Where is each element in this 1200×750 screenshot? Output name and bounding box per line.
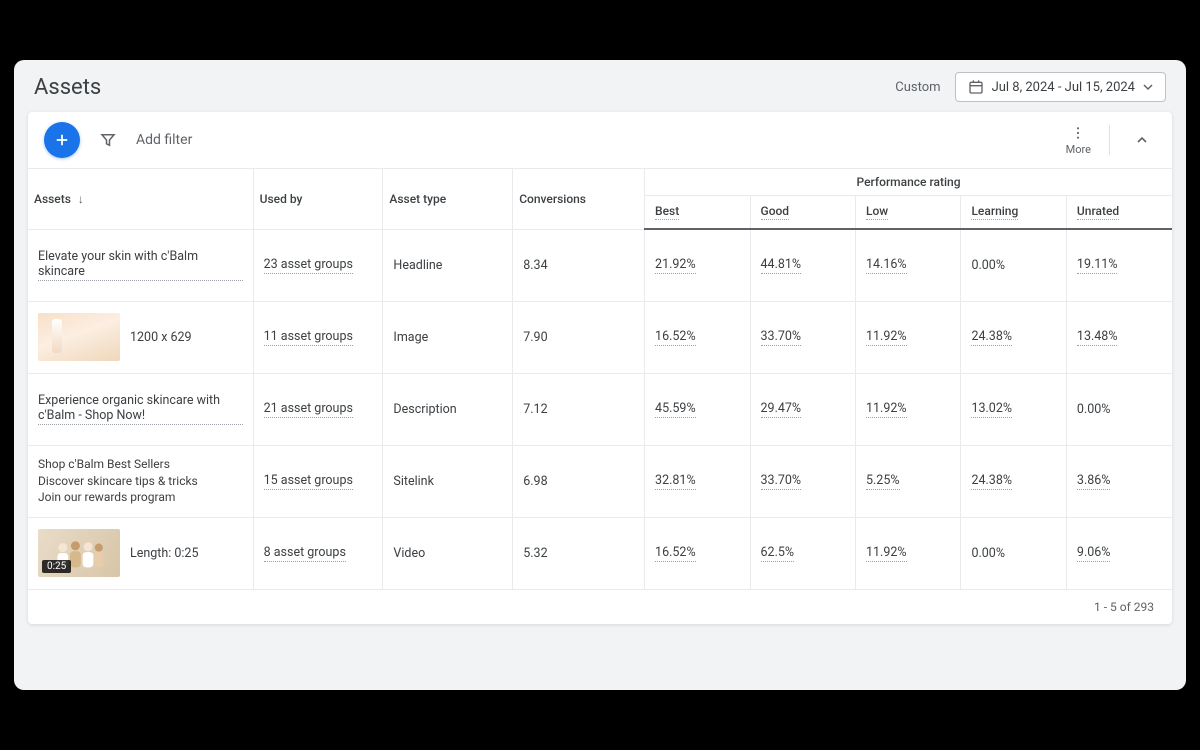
table-row: 0:25 Length: 0:25 8 asset groups Video 5…	[28, 517, 1172, 589]
add-asset-button[interactable]	[44, 122, 80, 158]
conversions-cell: 7.90	[513, 301, 645, 373]
perf-unrated[interactable]: 9.06%	[1077, 545, 1111, 562]
used-by-link[interactable]: 11 asset groups	[264, 329, 353, 346]
asset-headline[interactable]: Elevate your skin with c'Balm skincare	[38, 249, 243, 281]
more-label: More	[1066, 143, 1091, 156]
image-thumbnail[interactable]	[38, 313, 120, 361]
date-range-picker[interactable]: Jul 8, 2024 - Jul 15, 2024	[955, 72, 1166, 102]
perf-unrated[interactable]: 3.86%	[1077, 473, 1111, 490]
perf-low[interactable]: 11.92%	[866, 329, 907, 346]
col-performance-group: Performance rating	[645, 169, 1172, 196]
toolbar: Add filter More	[28, 112, 1172, 169]
perf-good[interactable]: 33.70%	[761, 329, 802, 346]
perf-learning: 0.00%	[961, 517, 1066, 589]
col-learning-header[interactable]: Learning	[961, 196, 1066, 230]
toolbar-right: More	[1066, 125, 1156, 156]
perf-low[interactable]: 11.92%	[866, 401, 907, 418]
video-duration-badge: 0:25	[42, 560, 71, 573]
col-low-header[interactable]: Low	[855, 196, 960, 230]
perf-unrated[interactable]: 19.11%	[1077, 257, 1118, 274]
perf-best[interactable]: 45.59%	[655, 401, 696, 418]
table-row: 1200 x 629 11 asset groups Image 7.90 16…	[28, 301, 1172, 373]
filter-icon	[99, 131, 117, 149]
perf-unrated[interactable]: 13.48%	[1077, 329, 1118, 346]
perf-learning[interactable]: 24.38%	[971, 473, 1012, 490]
add-filter-input[interactable]: Add filter	[136, 132, 1050, 148]
conversions-cell: 8.34	[513, 229, 645, 301]
used-by-link[interactable]: 23 asset groups	[264, 257, 353, 274]
perf-learning: 0.00%	[961, 229, 1066, 301]
assets-table: Assets ↓ Used by Asset type Conversions …	[28, 169, 1172, 590]
collapse-button[interactable]	[1128, 126, 1156, 154]
perf-low[interactable]: 11.92%	[866, 545, 907, 562]
col-good-header[interactable]: Good	[750, 196, 855, 230]
page-header: Assets Custom Jul 8, 2024 - Jul 15, 2024	[14, 60, 1186, 112]
asset-image-dimensions: 1200 x 629	[130, 330, 192, 345]
perf-low[interactable]: 5.25%	[866, 473, 900, 490]
page-title: Assets	[34, 75, 101, 100]
perf-learning[interactable]: 13.02%	[971, 401, 1012, 418]
sort-desc-icon: ↓	[78, 192, 84, 206]
table-row: Elevate your skin with c'Balm skincare 2…	[28, 229, 1172, 301]
perf-best[interactable]: 21.92%	[655, 257, 696, 274]
used-by-link[interactable]: 15 asset groups	[264, 473, 353, 490]
conversions-cell: 6.98	[513, 445, 645, 517]
more-menu-button[interactable]: More	[1066, 125, 1091, 156]
asset-type-cell: Image	[383, 301, 513, 373]
divider	[1109, 125, 1110, 155]
perf-good[interactable]: 62.5%	[761, 545, 795, 562]
col-assets-header[interactable]: Assets ↓	[28, 169, 253, 229]
more-vert-icon	[1070, 125, 1086, 141]
col-usedby-header[interactable]: Used by	[253, 169, 383, 229]
plus-icon	[53, 131, 71, 149]
asset-sitelink[interactable]: Shop c'Balm Best Sellers Discover skinca…	[38, 456, 243, 506]
perf-good[interactable]: 33.70%	[761, 473, 802, 490]
video-thumbnail[interactable]: 0:25	[38, 529, 120, 577]
perf-best[interactable]: 32.81%	[655, 473, 696, 490]
perf-good[interactable]: 44.81%	[761, 257, 802, 274]
header-right: Custom Jul 8, 2024 - Jul 15, 2024	[895, 72, 1166, 102]
table-row: Shop c'Balm Best Sellers Discover skinca…	[28, 445, 1172, 517]
perf-learning[interactable]: 24.38%	[971, 329, 1012, 346]
date-preset-label: Custom	[895, 80, 940, 95]
date-range-text: Jul 8, 2024 - Jul 15, 2024	[992, 80, 1135, 95]
asset-video-length: Length: 0:25	[130, 546, 199, 561]
asset-type-cell: Sitelink	[383, 445, 513, 517]
perf-best[interactable]: 16.52%	[655, 329, 696, 346]
asset-type-cell: Video	[383, 517, 513, 589]
perf-good[interactable]: 29.47%	[761, 401, 802, 418]
calendar-icon	[968, 79, 984, 95]
col-best-header[interactable]: Best	[645, 196, 750, 230]
col-type-header[interactable]: Asset type	[383, 169, 513, 229]
col-conversions-header[interactable]: Conversions	[513, 169, 645, 229]
used-by-link[interactable]: 8 asset groups	[264, 545, 346, 562]
filter-button[interactable]	[96, 128, 120, 152]
col-unrated-header[interactable]: Unrated	[1066, 196, 1172, 230]
conversions-cell: 7.12	[513, 373, 645, 445]
app-frame: Assets Custom Jul 8, 2024 - Jul 15, 2024…	[14, 60, 1186, 690]
pagination-label: 1 - 5 of 293	[28, 590, 1172, 624]
perf-best[interactable]: 16.52%	[655, 545, 696, 562]
perf-low[interactable]: 14.16%	[866, 257, 907, 274]
asset-description[interactable]: Experience organic skincare with c'Balm …	[38, 393, 243, 425]
table-row: Experience organic skincare with c'Balm …	[28, 373, 1172, 445]
perf-unrated: 0.00%	[1066, 373, 1172, 445]
asset-type-cell: Headline	[383, 229, 513, 301]
chevron-down-icon	[1143, 82, 1153, 92]
chevron-up-icon	[1134, 132, 1150, 148]
asset-type-cell: Description	[383, 373, 513, 445]
conversions-cell: 5.32	[513, 517, 645, 589]
used-by-link[interactable]: 21 asset groups	[264, 401, 353, 418]
assets-card: Add filter More Assets	[28, 112, 1172, 624]
